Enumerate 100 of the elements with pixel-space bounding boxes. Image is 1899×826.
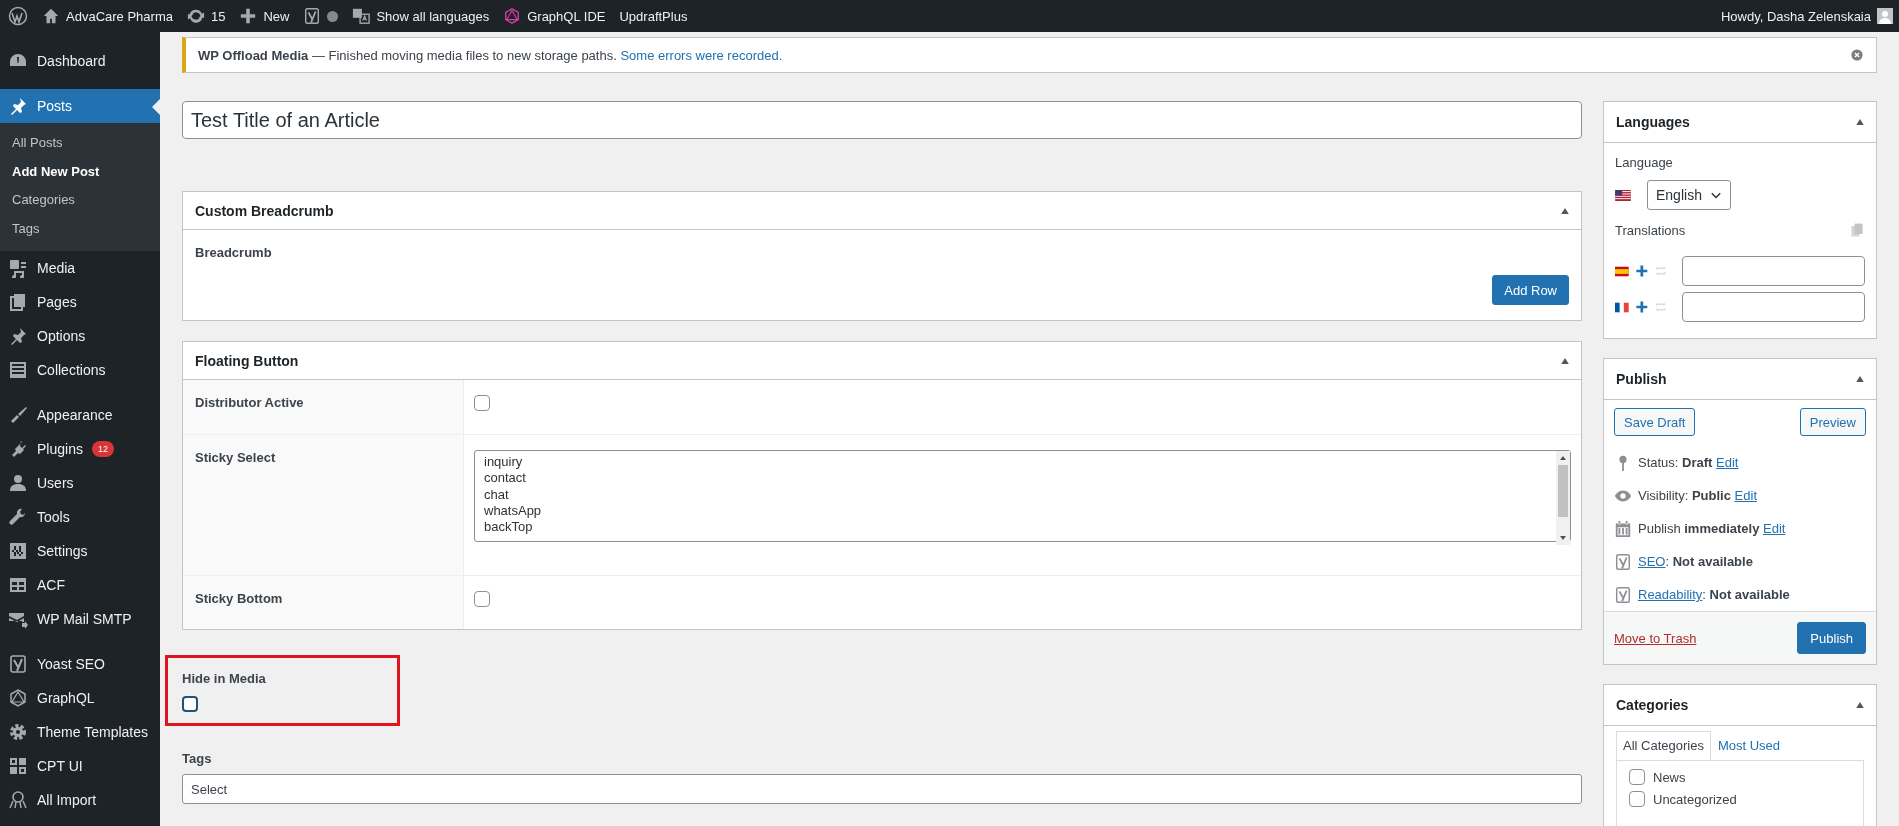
toolbar-link[interactable]: 15 [186,7,226,25]
save-draft-button[interactable]: Save Draft [1614,408,1696,436]
menu-item[interactable]: Settings [0,534,160,568]
edit-link[interactable]: Edit [1763,521,1786,536]
field-label: Tags [182,751,212,766]
menu-item[interactable]: Theme Templates [0,715,160,749]
add-row-button[interactable]: Add Row [1492,275,1569,305]
submenu-item[interactable]: Categories [0,186,160,215]
plus-icon [1634,299,1649,315]
menu-item[interactable]: Media [0,251,160,285]
score-text: SEO: Not available [1638,554,1753,569]
field-label: Sticky Bottom [195,591,283,606]
status-dot [327,10,339,22]
menu-item[interactable]: Collections [0,353,160,387]
menu-item[interactable]: WP Mail SMTP [0,602,160,636]
submenu-item[interactable]: Add New Post [0,157,160,186]
toolbar-link[interactable]: Show all languages [352,7,490,25]
home-icon [42,7,60,25]
status-text: Visibility: Public Edit [1638,488,1757,503]
title-field[interactable]: Test Title of an Article [182,101,1582,139]
calendar-icon [1614,519,1632,538]
input-field[interactable] [1682,256,1865,286]
tab[interactable]: All Categories [1616,731,1711,760]
toolbar-link[interactable]: New [239,7,290,25]
menu-item[interactable]: Plugins 12 [0,432,160,466]
menu-item[interactable]: GraphQL [0,681,160,715]
edit-link[interactable]: Edit [1716,455,1739,470]
menu-item[interactable]: ACF [0,568,160,602]
y-logo-icon [303,7,322,25]
select-field[interactable]: Select [182,774,1582,804]
collapse-arrow-icon[interactable] [1856,376,1864,382]
preview-button[interactable]: Preview [1799,408,1866,436]
submenu-item[interactable]: Tags [0,214,160,243]
collapse-arrow-icon[interactable] [1561,207,1569,214]
sliders-icon [8,541,28,561]
menu-item[interactable]: Yoast SEO [0,647,160,681]
scrollbar[interactable] [1556,451,1570,545]
field-label: Sticky Select [195,450,276,465]
y-logo-icon [8,654,28,674]
field-label: Language [1615,155,1674,170]
menu-item[interactable]: CPT UI [0,749,160,783]
list-option[interactable]: inquiry [483,454,1548,471]
list-option[interactable]: contact [483,470,1548,487]
list-option[interactable]: backTop [483,519,1548,536]
y-logo-icon [1614,585,1632,604]
language-select[interactable]: English [1647,180,1731,210]
field-label: Translations [1615,222,1686,238]
edit-link[interactable]: Edit [1734,488,1757,503]
status-text: Publish immediately Edit [1638,521,1786,536]
collapse-arrow-icon[interactable] [1561,357,1569,364]
y-logo-icon [1614,552,1632,571]
checkbox[interactable] [474,591,490,607]
table-icon [8,575,28,595]
menu-item[interactable]: Dashboard [0,44,160,78]
avatar [1877,8,1893,24]
menu-item[interactable]: Options [0,319,160,353]
copy-icon [1849,222,1865,238]
list-option[interactable]: chat [483,486,1548,503]
wrench-icon [8,507,28,527]
menu-item[interactable]: Posts [0,89,160,123]
menu-item[interactable]: Pages [0,285,160,319]
listbox[interactable]: inquiry contact chat whatsApp backTop [474,450,1571,542]
collapse-arrow-icon[interactable] [1856,119,1864,125]
checkbox[interactable] [1629,791,1645,807]
menu-item[interactable]: Tools [0,500,160,534]
errors-link[interactable]: Some errors were recorded. [620,47,783,63]
toolbar-link[interactable]: GraphQL IDE [503,7,606,25]
figure-icon [8,790,28,810]
checkbox[interactable] [182,695,198,712]
list-option[interactable]: whatsApp [483,502,1548,520]
tab[interactable]: Most Used [1710,731,1788,760]
media-icon [8,258,28,278]
flag-icon [1615,189,1631,201]
grid-icon [8,756,28,776]
checkbox[interactable] [474,395,490,411]
account-link[interactable]: Howdy, Dasha Zelenskaia [1720,8,1893,24]
panel-title: Languages [1616,114,1690,130]
publish-button[interactable]: Publish [1797,622,1866,654]
submenu-item[interactable]: All Posts [0,129,160,158]
menu-item[interactable]: All Import [0,783,160,817]
field-label: Distributor Active [195,395,304,410]
trash-link[interactable]: Move to Trash [1614,630,1697,646]
user-icon [8,473,28,493]
hexagon-icon [503,7,522,25]
panel-title: Floating Button [195,352,299,369]
checkbox-label: News [1653,769,1686,785]
menu-item[interactable]: Appearance [0,398,160,432]
collapse-arrow-icon[interactable] [1856,702,1864,708]
flag-icon [1615,265,1629,277]
count-badge: 12 [91,441,114,457]
menu-item[interactable]: Users [0,466,160,500]
toolbar-link[interactable]: AdvaCare Pharma [42,7,173,25]
list-icon [8,360,28,380]
plus-icon [1634,263,1649,279]
flag-icon [1615,301,1629,313]
input-field[interactable] [1682,292,1865,322]
toolbar-link[interactable]: UpdraftPlus [619,8,688,24]
field-label: Hide in Media [182,671,267,686]
status-text: Status: Draft Edit [1638,455,1739,470]
checkbox[interactable] [1629,769,1645,785]
